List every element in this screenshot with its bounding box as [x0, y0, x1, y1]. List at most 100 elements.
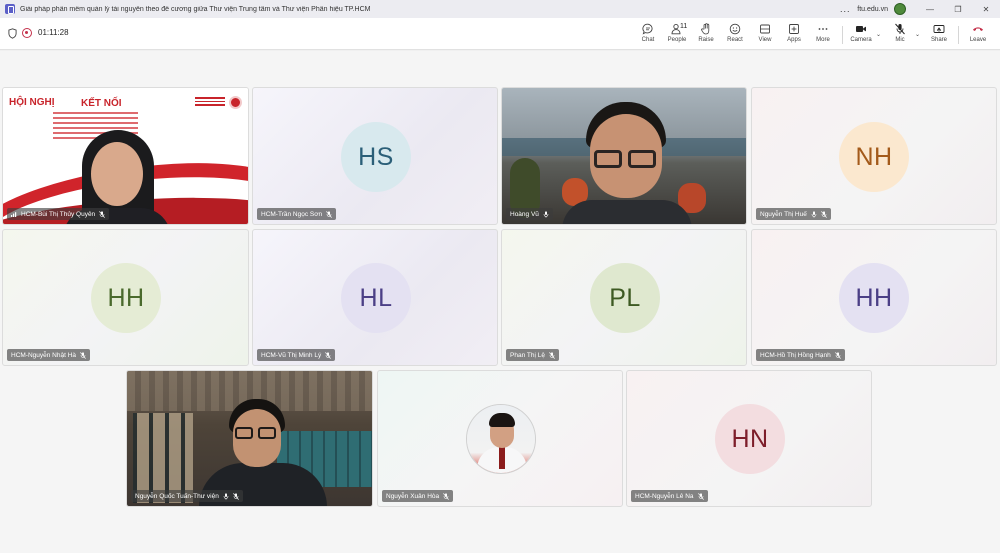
video-tile[interactable]: Hoàng Vũ [501, 87, 747, 225]
share-button[interactable]: Share [924, 21, 954, 47]
window-title: Giải pháp phần mềm quản lý tài nguyên th… [20, 5, 371, 13]
more-actions-button[interactable]: More [808, 21, 838, 47]
mic-muted-icon [697, 492, 704, 500]
avatar-tie [499, 447, 505, 469]
participant-name-tag: Hoàng Vũ [506, 208, 553, 220]
leave-label: Leave [969, 37, 987, 43]
window-titlebar: Giải pháp phần mềm quản lý tài nguyên th… [0, 0, 1000, 18]
toolbar-divider [842, 26, 843, 44]
people-label: People [667, 37, 687, 43]
raise-hand-icon [701, 23, 710, 35]
camera-options-chevron-icon[interactable]: ⌄ [876, 31, 881, 38]
participant-name-tag: Nguyễn Xuân Hòa [382, 490, 454, 502]
participant-name: Nguyễn Quốc Tuấn-Thư viện [135, 492, 219, 500]
participant-name-tag: HCM-Vũ Thị Minh Lý [257, 349, 336, 361]
participant-tile[interactable]: HL HCM-Vũ Thị Minh Lý [252, 229, 498, 366]
participant-name-tag: Nguyễn Thị Huế [756, 208, 831, 220]
participant-tile[interactable]: NH Nguyễn Thị Huế [751, 87, 997, 225]
participant-glasses [628, 150, 656, 168]
participant-name: HCM-Nguyễn Nhật Hà [11, 351, 77, 359]
view-button[interactable]: View [750, 21, 780, 47]
mic-on-icon [223, 492, 229, 500]
camera-icon [856, 26, 866, 32]
participant-tile[interactable]: Nguyễn Xuân Hòa [377, 370, 623, 507]
mic-options-chevron-icon[interactable]: ⌄ [915, 31, 920, 38]
mic-muted-icon [443, 492, 449, 500]
participant-name: HCM-Bùi Thị Thủy Quyên [21, 210, 96, 218]
mic-muted-icon [325, 351, 332, 359]
chat-icon [642, 23, 653, 35]
participant-name-tag: HCM-Hồ Thị Hồng Hạnh [756, 349, 845, 361]
participant-name: Nguyễn Thị Huế [760, 210, 807, 218]
toolbar-divider [958, 26, 959, 44]
video-tile[interactable]: Nguyễn Quốc Tuấn-Thư viện [126, 370, 373, 507]
share-screen-icon [933, 25, 945, 33]
camera-button[interactable]: Camera [846, 21, 876, 47]
account-avatar[interactable] [894, 3, 906, 15]
participant-initials-avatar: HL [341, 263, 411, 333]
react-button[interactable]: React [720, 21, 750, 47]
participant-tile[interactable]: HS HCM-Trần Ngọc Sơn [252, 87, 498, 225]
org-name: ftu.edu.vn [857, 5, 888, 13]
avatar-hair [489, 413, 515, 427]
participant-name: HCM-Trần Ngọc Sơn [261, 210, 323, 218]
mic-muted-icon [820, 210, 827, 218]
participant-tile[interactable]: PL Phan Thị Lệ [501, 229, 747, 366]
meeting-stage: HỘI NGHỊ KẾT NỐI HCM-Bùi Thị Thủy Quyên … [0, 51, 1000, 553]
hang-up-icon [973, 27, 983, 31]
apps-button[interactable]: Apps [779, 21, 809, 47]
people-button[interactable]: 11 People [662, 21, 692, 47]
participant-initials-avatar: HH [91, 263, 161, 333]
video-tile[interactable]: HỘI NGHỊ KẾT NỐI HCM-Bùi Thị Thủy Quyên [2, 87, 249, 225]
participant-name-tag: HCM-Nguyễn Lê Na [631, 490, 708, 502]
signal-strength-icon [11, 212, 17, 217]
apps-label: Apps [787, 37, 801, 43]
share-label: Share [930, 37, 947, 43]
camera-label: Camera [850, 37, 872, 43]
participant-tile[interactable]: HH HCM-Nguyễn Nhật Hà [2, 229, 249, 366]
slide-title-left: HỘI NGHỊ [9, 97, 55, 108]
participant-name: Hoàng Vũ [510, 210, 539, 218]
participant-glasses [258, 427, 276, 439]
teams-logo-icon [5, 4, 15, 14]
more-label: More [816, 37, 830, 43]
participant-name-tag: HCM-Nguyễn Nhật Hà [7, 349, 91, 361]
view-grid-icon [760, 24, 770, 34]
slide-title-right: KẾT NỐI [81, 98, 122, 109]
react-smiley-icon [729, 23, 741, 35]
participant-tile[interactable]: HN HCM-Nguyễn Lê Na [626, 370, 872, 507]
mic-muted-icon [326, 210, 332, 218]
recording-indicator-icon [22, 28, 32, 38]
participant-tile[interactable]: HH HCM-Hồ Thị Hồng Hạnh [751, 229, 997, 366]
participant-name-tag: Phan Thị Lệ [506, 349, 559, 361]
more-dots-icon [818, 28, 828, 30]
participant-initials-avatar: HN [715, 404, 785, 474]
leave-button[interactable]: Leave [963, 21, 993, 47]
participant-name: HCM-Vũ Thị Minh Lý [261, 351, 322, 359]
more-options-button[interactable]: ... [833, 4, 857, 14]
participant-photo-avatar [466, 404, 536, 474]
shield-icon[interactable] [8, 28, 17, 39]
mic-muted-icon [549, 351, 555, 359]
meeting-timer: 01:11:28 [38, 28, 69, 37]
chat-button[interactable]: Chat [633, 21, 663, 47]
mic-button[interactable]: Mic [885, 21, 915, 47]
participant-name-tag: HCM-Trần Ngọc Sơn [257, 208, 337, 220]
maximize-button[interactable]: ❐ [944, 5, 972, 14]
participant-face [91, 142, 143, 206]
mic-muted-icon [99, 210, 106, 218]
react-label: React [727, 37, 743, 43]
close-window-button[interactable]: ✕ [972, 5, 1000, 14]
participant-name: Phan Thị Lệ [510, 351, 545, 359]
view-label: View [758, 37, 772, 43]
people-count-badge: 11 [680, 23, 688, 30]
university-logo-icon [229, 96, 242, 109]
apps-plus-icon [789, 24, 799, 34]
minimize-button[interactable]: — [916, 5, 944, 14]
participant-name-tag: HCM-Bùi Thị Thủy Quyên [7, 208, 110, 220]
participant-name: HCM-Hồ Thị Hồng Hạnh [760, 351, 831, 359]
raise-hand-button[interactable]: Raise [691, 21, 721, 47]
participant-name: HCM-Nguyễn Lê Na [635, 492, 694, 500]
mic-on-icon [543, 210, 549, 218]
participant-glasses [235, 427, 253, 439]
